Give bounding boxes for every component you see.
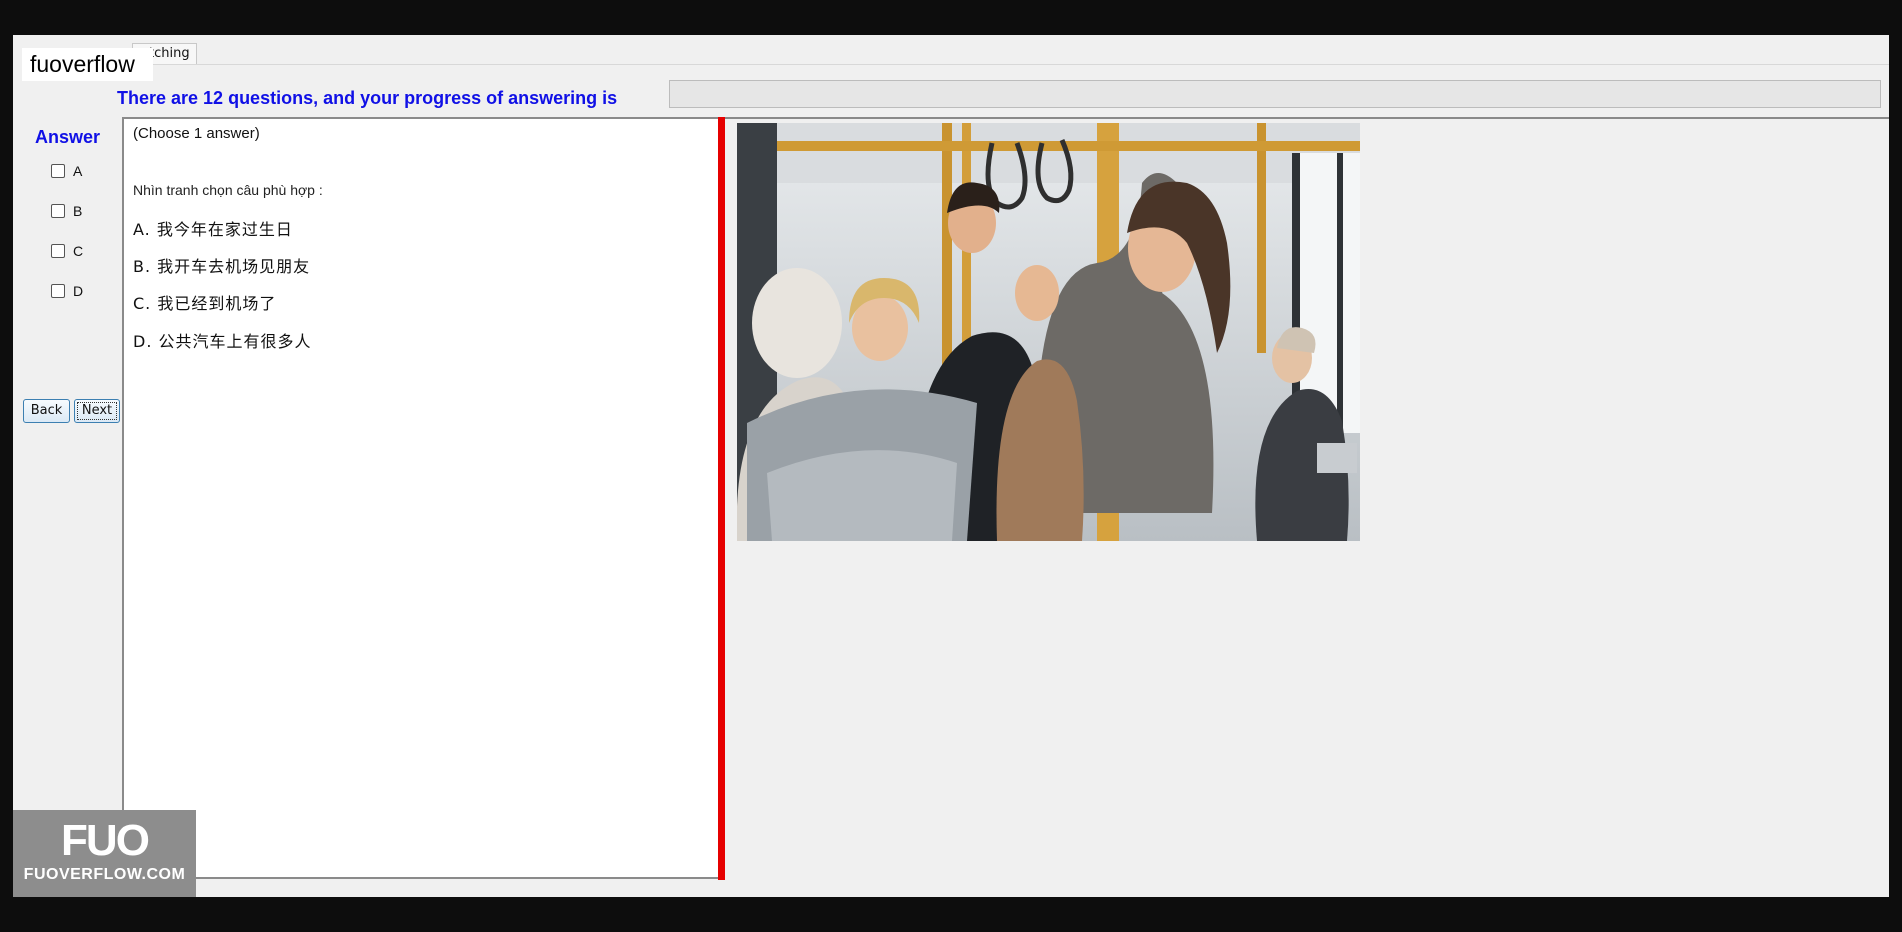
bus-passengers-photo xyxy=(737,123,1360,541)
answer-option-label: D xyxy=(73,283,84,299)
watermark-label: fuoverflow xyxy=(22,48,153,81)
question-instruction: Nhìn tranh chọn câu phù hợp : xyxy=(133,182,323,198)
answer-option-b[interactable]: B xyxy=(51,200,82,222)
question-choice-a: A. 我今年在家过生日 xyxy=(133,220,293,239)
answer-option-a[interactable]: A xyxy=(51,160,82,182)
image-pane xyxy=(725,117,1889,879)
tab-strip-divider xyxy=(132,64,1889,65)
checkbox-a[interactable] xyxy=(51,164,65,178)
answer-option-c[interactable]: C xyxy=(51,240,83,262)
question-choice-c: C. 我已经到机场了 xyxy=(133,294,277,313)
back-button[interactable]: Back xyxy=(23,399,70,423)
question-panel: (Choose 1 answer) Nhìn tranh chọn câu ph… xyxy=(122,117,731,879)
answer-option-label: B xyxy=(73,203,83,219)
exam-window: tching fuoverflow There are 12 questions… xyxy=(13,35,1889,897)
checkbox-c[interactable] xyxy=(51,244,65,258)
logo-mark: FUO xyxy=(61,816,150,865)
progress-bar xyxy=(669,80,1881,108)
answer-option-label: C xyxy=(73,243,84,259)
question-choice-b: B. 我开车去机场见朋友 xyxy=(133,257,311,276)
question-choice-d: D. 公共汽车上有很多人 xyxy=(133,332,312,351)
logo-text: FUOVERFLOW.COM xyxy=(23,866,186,883)
progress-label: There are 12 questions, and your progres… xyxy=(117,88,618,108)
checkbox-d[interactable] xyxy=(51,284,65,298)
fuoverflow-logo: FUO FUOVERFLOW.COM xyxy=(13,810,196,897)
answer-title: Answer xyxy=(35,127,101,147)
checkbox-b[interactable] xyxy=(51,204,65,218)
question-hint: (Choose 1 answer) xyxy=(133,125,260,142)
answer-option-label: A xyxy=(73,163,83,179)
answer-option-d[interactable]: D xyxy=(51,280,83,302)
panel-splitter[interactable] xyxy=(718,117,725,880)
next-button[interactable]: Next xyxy=(74,399,120,423)
